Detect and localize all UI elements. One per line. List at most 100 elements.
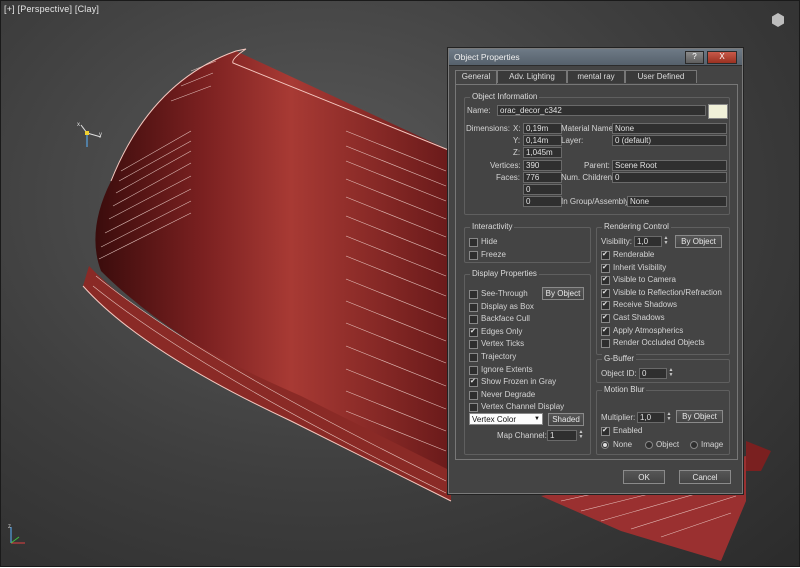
render-option-label: Render Occluded Objects [613, 338, 705, 348]
vertex-color-value: Vertex Color [472, 415, 517, 424]
extra-count-2: 0 [523, 196, 562, 207]
dimension-y-value: 0,14m [523, 135, 562, 146]
blur-image-label: Image [701, 440, 724, 449]
render-checkbox[interactable] [601, 250, 610, 260]
render-checkbox[interactable] [601, 288, 610, 298]
cancel-button[interactable]: Cancel [679, 470, 731, 484]
object-id-spinner[interactable]: ▲ ▼ [668, 368, 674, 378]
world-axis-icon: z [8, 524, 25, 544]
svg-text:x: x [77, 122, 80, 128]
object-id-field[interactable]: 0 [639, 368, 667, 379]
layer-label: Layer: [561, 136, 584, 145]
render-option-label: Receive Shadows [613, 300, 678, 310]
viewport-label[interactable]: [+] [Perspective] [Clay] [4, 4, 99, 14]
object-color-swatch[interactable] [708, 104, 728, 119]
rendering-control-group: Rendering Control Visibility: 1,0 ▲ ▼ By … [596, 222, 730, 355]
svg-text:y: y [99, 132, 102, 138]
layer-value: 0 (default) [612, 135, 727, 146]
svg-text:z: z [8, 524, 11, 530]
render-checkbox[interactable] [601, 313, 610, 323]
render-checkbox[interactable] [601, 275, 610, 286]
render-option-label: Apply Atmospherics [613, 325, 684, 335]
display-checkbox[interactable] [469, 340, 478, 350]
group-title: G-Buffer [602, 354, 637, 363]
help-button[interactable]: ? [685, 51, 704, 64]
group-title: Motion Blur [602, 385, 647, 394]
hide-checkbox[interactable] [469, 238, 478, 247]
multiplier-label: Multiplier: [601, 413, 636, 422]
blur-none-radio[interactable] [601, 441, 609, 449]
close-button[interactable]: X [707, 51, 737, 64]
visibility-label: Visibility: [601, 237, 632, 246]
map-channel-field[interactable]: 1 [547, 430, 577, 441]
display-checkbox[interactable] [469, 377, 478, 388]
vertex-color-dropdown[interactable]: Vertex Color ▼ [469, 413, 543, 425]
vertices-label: Vertices: [490, 161, 521, 170]
multiplier-field[interactable]: 1,0 [637, 412, 665, 423]
visibility-spinner[interactable]: ▲ ▼ [663, 236, 669, 246]
motion-blur-enabled-checkbox[interactable] [601, 426, 610, 436]
freeze-label: Freeze [481, 250, 506, 259]
render-option-label: Renderable [613, 250, 655, 259]
display-option-label: Show Frozen in Gray [481, 377, 557, 387]
object-id-label: Object ID: [601, 369, 637, 378]
y-label: Y: [513, 136, 521, 145]
viewport-menu-perspective[interactable]: [Perspective] [18, 4, 73, 14]
dialog-title: Object Properties [454, 52, 520, 62]
blur-image-radio[interactable] [690, 441, 698, 449]
display-option-label: Display as Box [481, 301, 534, 311]
motion-blur-by-object-button[interactable]: By Object [676, 410, 723, 423]
viewport-menu-plus[interactable]: [+] [4, 4, 15, 14]
rendering-by-object-button[interactable]: By Object [675, 235, 722, 248]
display-checkbox[interactable] [469, 290, 478, 299]
shaded-button[interactable]: Shaded [548, 413, 584, 426]
dialog-titlebar[interactable]: Object Properties ? X [449, 49, 742, 66]
enabled-label: Enabled [613, 426, 643, 435]
render-checkbox[interactable] [601, 263, 610, 273]
display-option-label: Ignore Extents [481, 364, 533, 374]
display-checkbox[interactable] [469, 302, 478, 312]
transform-gizmo-icon[interactable]: x y [77, 119, 107, 159]
display-checkbox[interactable] [469, 353, 478, 362]
render-option-label: Inherit Visibility [613, 262, 667, 272]
display-checkbox[interactable] [469, 327, 478, 337]
z-label: Z: [513, 148, 521, 157]
render-checkbox[interactable] [601, 300, 610, 311]
map-channel-spinner[interactable]: ▲ ▼ [578, 430, 584, 440]
group-assembly-value: None [627, 196, 727, 207]
object-information-group: Object Information Name: orac_decor_c342… [464, 92, 730, 215]
display-checkbox[interactable] [469, 403, 478, 413]
tab-general[interactable]: General [455, 70, 497, 85]
display-checkbox[interactable] [469, 315, 478, 325]
extra-count-1: 0 [523, 184, 562, 195]
group-title: Object Information [470, 92, 540, 101]
freeze-checkbox[interactable] [469, 251, 478, 260]
motion-blur-group: Motion Blur Multiplier: 1,0 ▲ ▼ By Object… [596, 385, 730, 455]
tab-mental-ray[interactable]: mental ray [567, 70, 625, 83]
display-checkbox[interactable] [469, 390, 478, 400]
display-option-label: Never Degrade [481, 389, 536, 399]
display-option-label: Trajectory [481, 352, 517, 361]
tab-adv-lighting[interactable]: Adv. Lighting [497, 70, 567, 83]
multiplier-spinner[interactable]: ▲ ▼ [666, 412, 672, 422]
viewcube-icon[interactable] [771, 13, 785, 27]
display-checkbox[interactable] [469, 365, 478, 375]
display-by-object-button[interactable]: By Object [542, 287, 584, 300]
group-title: Display Properties [470, 269, 539, 278]
render-option-label: Visible to Camera [613, 275, 676, 285]
display-option-label: Backface Cull [481, 314, 530, 324]
tab-user-defined[interactable]: User Defined [625, 70, 697, 83]
viewport-menu-shading[interactable]: [Clay] [75, 4, 99, 14]
visibility-field[interactable]: 1,0 [634, 236, 662, 247]
chevron-down-icon: ▼ [534, 416, 540, 422]
blur-object-radio[interactable] [645, 441, 653, 449]
render-option-label: Visible to Reflection/Refraction [613, 287, 722, 297]
parent-label: Parent: [584, 161, 610, 170]
render-checkbox[interactable] [601, 326, 610, 336]
name-field[interactable]: orac_decor_c342 [497, 105, 706, 116]
num-children-label: Num. Children: [561, 173, 615, 182]
group-assembly-label: In Group/Assembly: [561, 197, 632, 206]
render-option-label: Cast Shadows [613, 313, 665, 322]
render-checkbox[interactable] [601, 339, 610, 349]
ok-button[interactable]: OK [623, 470, 665, 484]
